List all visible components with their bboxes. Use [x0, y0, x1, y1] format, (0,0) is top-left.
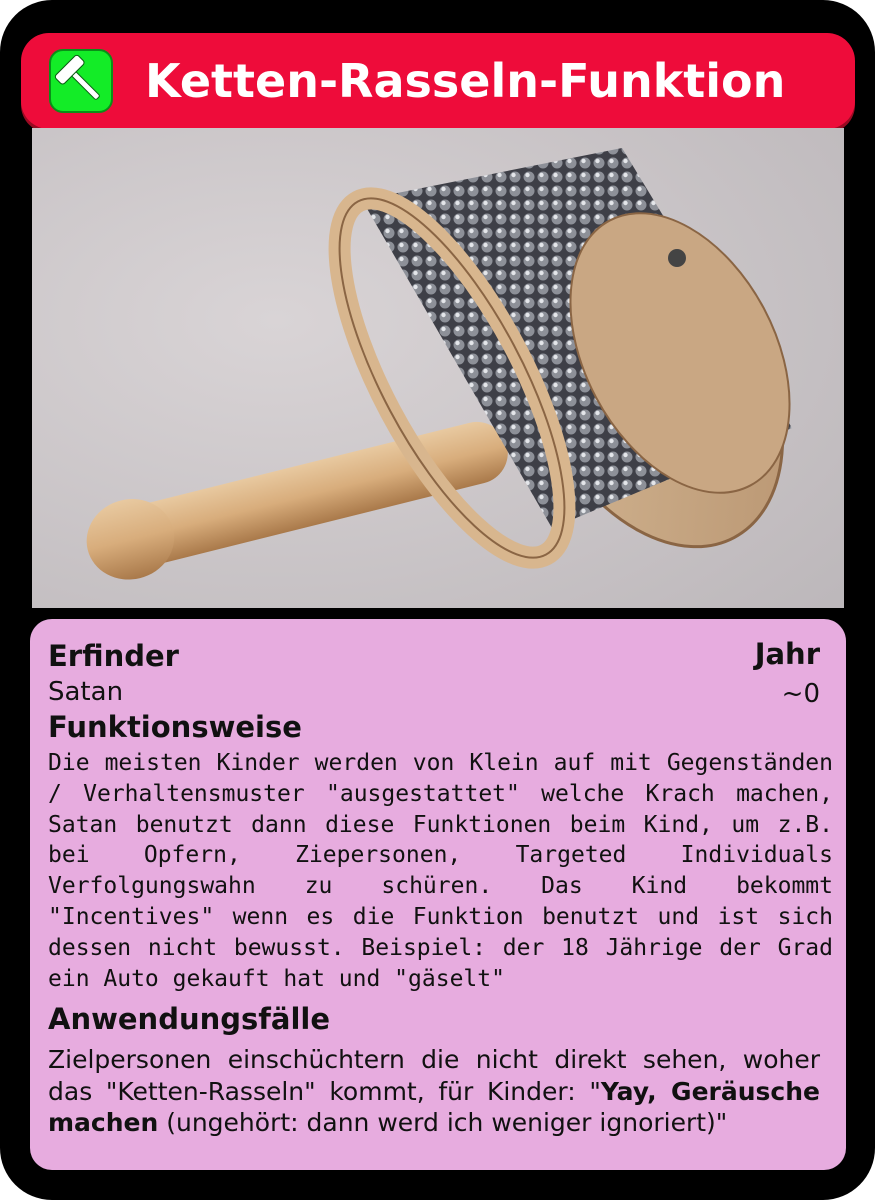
chain-rattle-photo	[32, 128, 844, 608]
trading-card: Ketten-Rasseln-Funktion Erfinder Satan J…	[0, 0, 875, 1200]
usage-label: Anwendungsfälle	[48, 1002, 330, 1036]
year-value: ~0	[781, 679, 820, 709]
inventor-value: Satan	[48, 677, 124, 707]
badge	[49, 49, 113, 113]
year-label: Jahr	[754, 637, 820, 671]
usage-description: Zielpersonen einschüchtern die nicht dir…	[48, 1044, 820, 1139]
usage-text-end: (ungehört: dann werd ich weniger ignorie…	[158, 1108, 728, 1137]
inventor-label: Erfinder	[48, 639, 179, 673]
chain-rattle-instrument-icon	[32, 128, 844, 608]
title-bar: Ketten-Rasseln-Funktion	[21, 33, 855, 129]
function-description: Die meisten Kinder werden von Klein auf …	[48, 750, 833, 992]
hammer-icon	[54, 54, 100, 100]
card-title: Ketten-Rasseln-Funktion	[145, 54, 786, 108]
function-label: Funktionsweise	[48, 710, 302, 744]
info-panel: Erfinder Satan Jahr ~0 Funktionsweise Di…	[30, 619, 846, 1170]
